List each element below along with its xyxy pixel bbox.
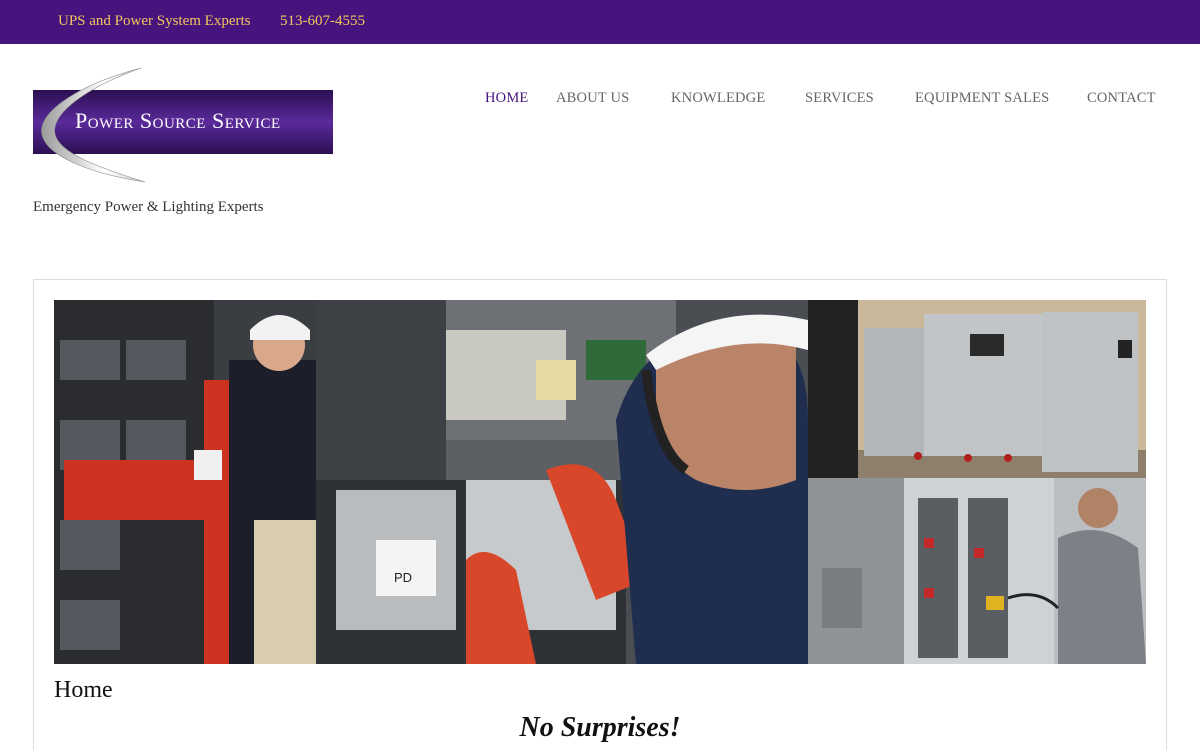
battery-pd-label: PD [394, 570, 412, 585]
logo-text: Power Source Service [75, 108, 281, 133]
nav-services[interactable]: SERVICES [805, 90, 874, 107]
nav-equipment-sales[interactable]: EQUIPMENT SALES [915, 90, 1049, 107]
top-bar: UPS and Power System Experts 513-607-455… [0, 0, 1200, 44]
hero-photo-technician-panel [808, 478, 1146, 664]
site-logo[interactable]: Power Source Service [33, 66, 333, 184]
nav-home[interactable]: HOME [485, 90, 529, 107]
phone-link[interactable]: 513-607-4555 [280, 13, 365, 30]
nav-contact[interactable]: CONTACT [1087, 90, 1156, 107]
main-nav: HOME ABOUT US KNOWLEDGE SERVICES EQUIPME… [0, 90, 1200, 110]
site-description: Emergency Power & Lighting Experts [33, 199, 264, 215]
nav-knowledge[interactable]: KNOWLEDGE [671, 90, 765, 107]
slogan-heading: No Surprises! [519, 712, 681, 743]
page-title: Home [54, 677, 113, 703]
hero-photo-battery-rack-worker [54, 300, 316, 664]
hero-photo-technician-batteries: PD [316, 300, 808, 664]
nav-about-us[interactable]: ABOUT US [556, 90, 629, 107]
topbar-tagline: UPS and Power System Experts [58, 13, 251, 29]
hero-collage-image: PD [54, 300, 1146, 664]
hero-photo-ups-cabinets [858, 300, 1146, 478]
